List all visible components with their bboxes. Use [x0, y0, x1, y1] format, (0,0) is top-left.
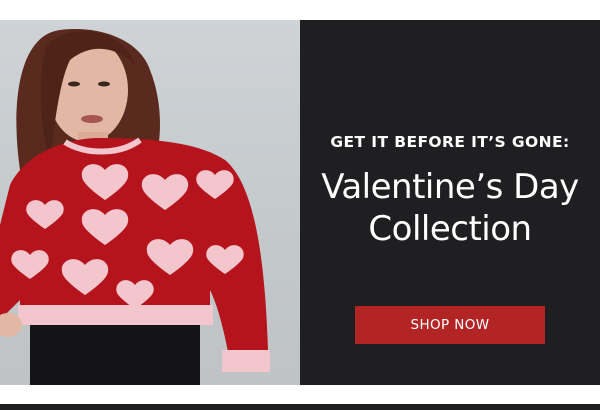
model-photo [0, 20, 300, 385]
promo-headline: Valentine’s Day Collection [300, 166, 600, 250]
bottom-divider-bar [0, 404, 600, 410]
headline-line-1: Valentine’s Day [321, 167, 579, 207]
promo-copy-panel: GET IT BEFORE IT’S GONE: Valentine’s Day… [300, 20, 600, 385]
valentines-banner[interactable]: GET IT BEFORE IT’S GONE: Valentine’s Day… [0, 20, 600, 385]
model-in-heart-sweater-illustration [0, 29, 270, 385]
headline-line-2: Collection [368, 209, 532, 249]
shop-now-button[interactable]: SHOP NOW [355, 306, 545, 344]
promo-eyebrow: GET IT BEFORE IT’S GONE: [330, 133, 570, 151]
